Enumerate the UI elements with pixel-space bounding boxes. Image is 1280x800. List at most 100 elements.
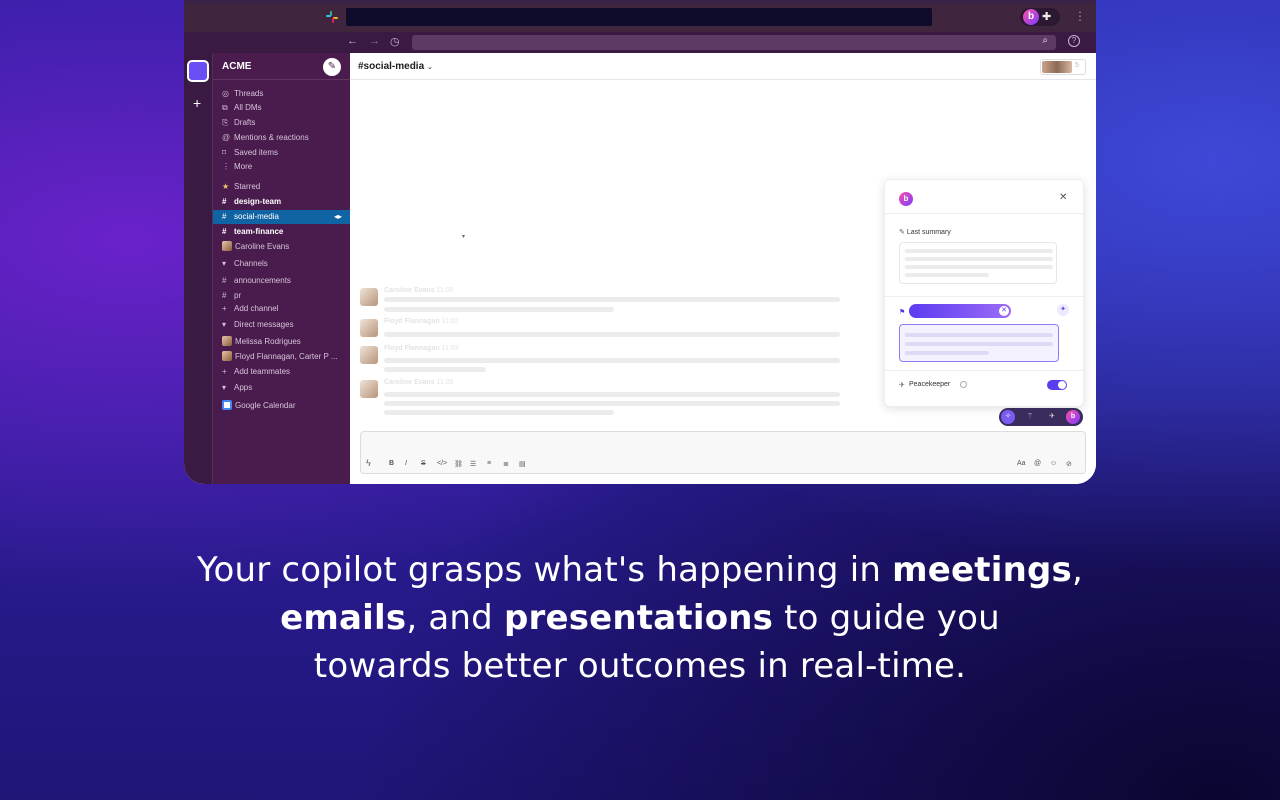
sidebar-channel-pr[interactable]: # pr [213,289,350,303]
message-composer[interactable]: ϟ B I S </> ⛓ ☰ ≡ ≣ ▤ Aa @ ☺ ⊘ [360,431,1086,474]
code-block-icon[interactable]: ▤ [519,460,526,468]
workspace-icon[interactable] [187,60,209,82]
channel-header: #social-media ⌄ 5 [350,53,1096,80]
browser-titlebar: b ✚ ⋮ [184,0,1096,32]
swap-arrows-icon: ◂▸ [333,212,342,221]
sidebar-dm-group[interactable]: Floyd Flannagan, Carter P ... [213,350,350,364]
back-arrow-icon[interactable]: ← [347,35,358,47]
extensions-group: b ✚ [1020,8,1060,26]
sidebar-channel-announcements[interactable]: # announcements [213,274,350,288]
compose-icon[interactable]: ✎ [323,58,341,76]
avatar [222,241,232,251]
avatar [360,346,378,364]
dms-icon: ⧉ [222,103,228,112]
italic-icon[interactable]: I [405,460,407,467]
sidebar-dm-caroline[interactable]: Caroline Evans [213,240,350,254]
sidebar-app-google-calendar[interactable]: Google Calendar [213,399,350,413]
goal-input[interactable] [899,324,1059,362]
star-icon: ★ [222,182,230,191]
attachment-icon[interactable]: ⊘ [1066,460,1072,468]
emoji-icon[interactable]: ☺ [1050,460,1057,467]
slack-navbar: ← → ◷ ⌕ ? [184,32,1096,53]
channel-title[interactable]: #social-media ⌄ [358,61,433,72]
pencil-icon: ✎ [899,229,905,236]
caret-down-icon: ▾ [222,383,227,392]
mention-icon[interactable]: @ [1034,460,1041,467]
message-author: Caroline Evans [384,287,435,294]
sidebar-channel-team-finance[interactable]: # team-finance [213,225,350,239]
lightbulb-icon[interactable]: ✦ [1057,304,1069,316]
chevron-down-icon: ⌄ [426,64,433,71]
caret-down-icon: ▾ [222,259,227,268]
forward-arrow-icon[interactable]: → [369,35,380,47]
search-input[interactable]: ⌕ [412,35,1056,50]
copilot-extension-icon[interactable]: b [1023,9,1039,25]
goal-pill[interactable]: ✕ [909,304,1011,318]
add-teammates-button[interactable]: + Add teammates [213,365,350,379]
hash-icon: # [222,291,227,300]
strikethrough-icon[interactable]: S [421,460,426,467]
sidebar-channel-design-team[interactable]: # design-team [213,195,350,209]
bold-icon[interactable]: B [389,460,394,467]
more-icon: ⋮ [222,162,230,171]
direct-messages-section[interactable]: ▾ Direct messages [213,318,350,332]
avatar [360,380,378,398]
copilot-logo-icon[interactable]: b [1066,410,1080,424]
sidebar-item-threads[interactable]: ◎ Threads [213,87,350,101]
message-author: Floyd Flannagan [384,318,440,325]
hash-icon: # [222,227,227,236]
sidebar-item-saved[interactable]: ⌑ Saved items [213,146,350,160]
avatar [222,336,232,346]
slack-logo-icon [326,11,338,23]
scroll-caret-icon: ▾ [462,234,466,240]
summary-box [899,242,1057,284]
message-time: 11:05 [436,379,454,386]
close-icon[interactable]: ✕ [999,306,1009,316]
apps-section[interactable]: ▾ Apps [213,381,350,395]
numbered-list-icon[interactable]: ☰ [470,460,476,468]
history-icon[interactable]: ◷ [390,35,400,48]
address-bar[interactable] [346,8,932,26]
hash-icon: # [222,212,227,221]
bulleted-list-icon[interactable]: ≡ [487,460,491,467]
browser-menu-icon[interactable]: ⋮ [1074,9,1086,23]
caret-down-icon: ▾ [222,320,227,329]
wand-icon[interactable]: ⚚ [1023,410,1037,424]
sidebar-item-more[interactable]: ⋮ More [213,160,350,174]
sidebar-dm-melissa[interactable]: Melissa Rodrigues [213,335,350,349]
channel-members-button[interactable]: 5 [1040,59,1086,75]
avatar [360,319,378,337]
message-time: 11:03 [441,345,459,352]
quote-icon[interactable]: ≣ [503,460,509,468]
add-channel-button[interactable]: + Add channel [213,302,350,316]
formatting-icon[interactable]: Aa [1017,460,1026,467]
starred-section[interactable]: ★ Starred [213,180,350,194]
code-icon[interactable]: </> [437,460,447,467]
copilot-panel: b ✕ ✎ Last summary ⚑ ✕ ✦ ✈ Peacekeeper [884,179,1084,407]
puzzle-icon[interactable]: ✚ [1042,10,1051,23]
sidebar-item-drafts[interactable]: ⎘ Drafts [213,116,350,130]
avatar [360,288,378,306]
copilot-logo-icon: b [899,192,913,206]
workspace-header[interactable]: ACME ✎ [213,53,350,80]
channel-view: #social-media ⌄ 5 ▾ Caroline Evans 11:00… [350,53,1096,484]
last-summary-label: ✎ Last summary [899,229,951,236]
drafts-icon: ⎘ [222,118,229,127]
peacekeeper-toggle[interactable] [1047,380,1067,390]
lightning-icon[interactable]: ϟ [366,458,371,468]
dove-icon[interactable]: ✈ [1045,410,1059,424]
info-icon[interactable] [960,381,967,388]
channels-section[interactable]: ▾ Channels [213,257,350,271]
threads-icon: ◎ [222,89,229,98]
calendar-icon [222,400,232,410]
sidebar-item-all-dms[interactable]: ⧉ All DMs [213,101,350,115]
sidebar-item-mentions[interactable]: @ Mentions & reactions [213,131,350,145]
help-icon[interactable]: ? [1068,35,1080,47]
avatar [222,351,232,361]
hash-icon: # [222,197,227,206]
close-icon[interactable]: ✕ [1059,192,1067,203]
sparkle-icon[interactable]: ✧ [1001,410,1015,424]
sidebar-channel-social-media[interactable]: # social-media ◂▸ [213,210,350,224]
link-icon[interactable]: ⛓ [454,460,463,468]
add-workspace-icon[interactable]: + [193,95,201,111]
